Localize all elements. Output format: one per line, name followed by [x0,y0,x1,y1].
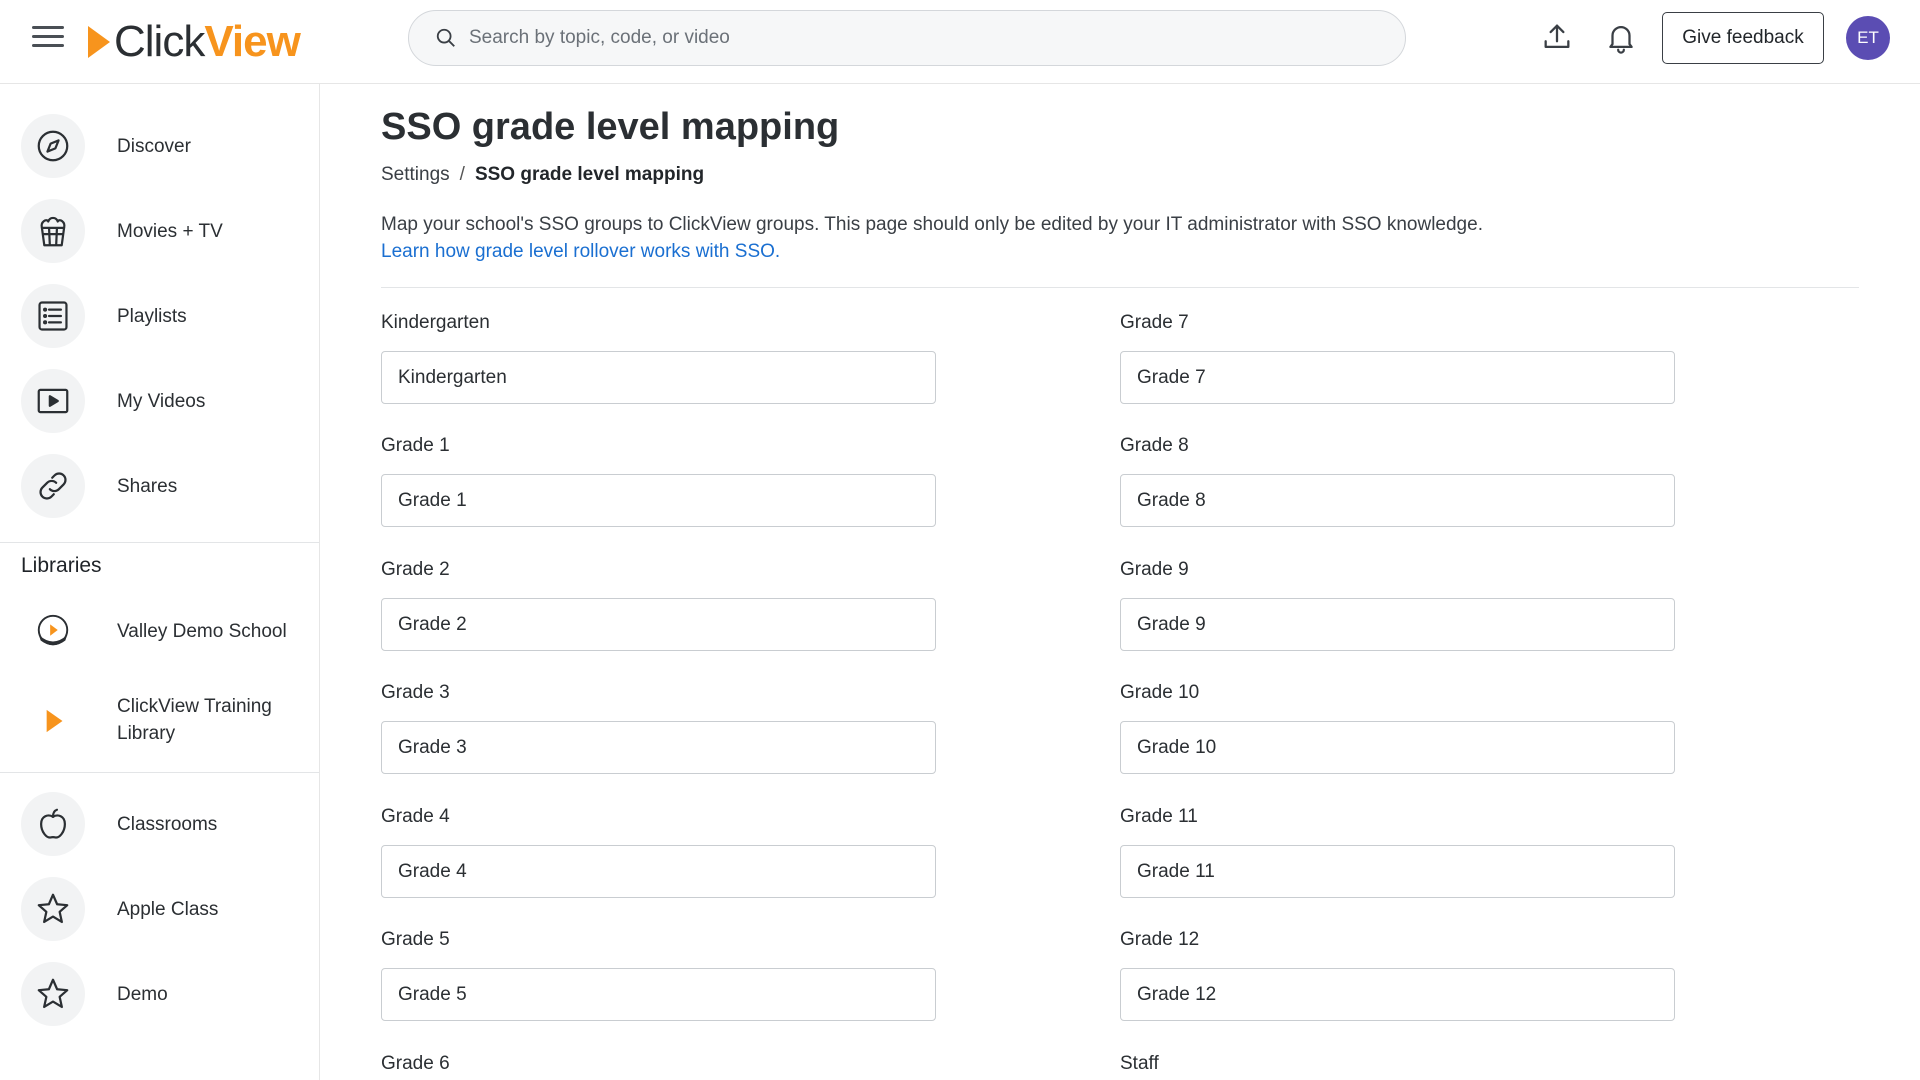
page-title: SSO grade level mapping [381,106,840,148]
field-staff: Staff [1120,1052,1675,1076]
grade-1-input[interactable] [381,474,936,527]
field-label: Grade 8 [1120,435,1189,456]
grade-10-input[interactable] [1120,721,1675,774]
field-label: Grade 1 [381,435,450,456]
field-label: Grade 5 [381,929,450,950]
breadcrumb: Settings / SSO grade level mapping [381,164,704,186]
sidebar-item-discover[interactable]: Discover [0,106,319,186]
libraries-heading: Libraries [21,554,102,577]
sidebar-item-label: Movies + TV [117,220,223,242]
sidebar-item-classrooms[interactable]: Classrooms [0,784,319,864]
field-grade-3: Grade 3 [381,681,936,774]
sidebar-item-playlists[interactable]: Playlists [0,276,319,356]
field-label: Grade 11 [1120,806,1198,827]
grade-7-input[interactable] [1120,351,1675,404]
sidebar-item-label: Discover [117,135,191,157]
field-grade-9: Grade 9 [1120,558,1675,651]
field-kindergarten: Kindergarten [381,311,936,404]
field-grade-6: Grade 6 [381,1052,936,1076]
avatar[interactable]: ET [1846,16,1890,60]
sidebar-divider [0,772,319,773]
sidebar-item-shares[interactable]: Shares [0,446,319,526]
field-grade-11: Grade 11 [1120,805,1675,898]
field-label: Grade 12 [1120,929,1200,950]
school-badge-icon [37,614,69,646]
sidebar-item-clickview-training-library[interactable]: ClickView Training Library [0,676,319,766]
sidebar-item-label: Shares [117,475,178,497]
give-feedback-button[interactable]: Give feedback [1662,12,1824,64]
field-label: Grade 7 [1120,312,1189,333]
search-icon [436,28,455,47]
play-box-icon [37,388,69,414]
sidebar-item-label: My Videos [117,390,206,412]
field-label: Grade 6 [381,1053,450,1074]
field-grade-8: Grade 8 [1120,434,1675,527]
field-grade-1: Grade 1 [381,434,936,527]
sidebar-item-label: Valley Demo School [117,620,287,642]
grade-11-input[interactable] [1120,845,1675,898]
logo-text-view: View [204,17,300,66]
sidebar-item-my-videos[interactable]: My Videos [0,361,319,441]
top-bar: ClickView Give feedback ET [0,0,1920,84]
popcorn-icon [40,216,66,247]
sidebar-item-label: Demo [117,983,168,1005]
field-label: Grade 2 [381,559,450,580]
content-divider [381,287,1859,288]
field-label: Staff [1120,1053,1159,1074]
breadcrumb-current: SSO grade level mapping [474,164,705,185]
logo-play-icon [88,26,110,58]
field-grade-5: Grade 5 [381,928,936,1021]
grade-12-input[interactable] [1120,968,1675,1021]
sidebar-item-apple-class[interactable]: Apple Class [0,869,319,949]
field-grade-12: Grade 12 [1120,928,1675,1021]
sidebar-item-label: Classrooms [117,813,218,835]
field-grade-7: Grade 7 [1120,311,1675,404]
list-icon [38,301,68,331]
grade-9-input[interactable] [1120,598,1675,651]
sidebar-item-label-line1: ClickView Training [117,696,272,717]
grade-5-input[interactable] [381,968,936,1021]
sidebar: Discover Movies + TV Playlists My Videos [0,84,320,1080]
field-label: Grade 4 [381,806,450,827]
bell-icon[interactable] [1604,20,1638,54]
sidebar-item-demo[interactable]: Demo [0,954,319,1034]
sidebar-item-movies-tv[interactable]: Movies + TV [0,191,319,271]
sidebar-item-valley-demo-school[interactable]: Valley Demo School [0,591,319,671]
upload-icon[interactable] [1540,20,1574,54]
field-label: Grade 10 [1120,682,1200,703]
search-input[interactable] [469,27,1369,49]
search-bar[interactable] [408,10,1406,66]
star-icon [37,893,69,924]
grade-3-input[interactable] [381,721,936,774]
field-label: Grade 9 [1120,559,1189,580]
grade-2-input[interactable] [381,598,936,651]
compass-icon [37,130,69,162]
page-description: Map your school's SSO groups to ClickVie… [381,214,1483,235]
grade-4-input[interactable] [381,845,936,898]
menu-icon[interactable] [30,22,66,52]
kindergarten-input[interactable] [381,351,936,404]
link-icon [39,472,67,500]
apple-icon [40,808,66,839]
field-grade-10: Grade 10 [1120,681,1675,774]
sidebar-item-label-line2: Library [117,723,176,744]
field-grade-4: Grade 4 [381,805,936,898]
sidebar-item-label: Apple Class [117,898,219,920]
field-grade-2: Grade 2 [381,558,936,651]
field-label: Grade 3 [381,682,450,703]
sidebar-item-label: Playlists [117,305,187,327]
field-label: Kindergarten [381,312,490,333]
clickview-logo[interactable]: ClickView [88,16,301,68]
grade-8-input[interactable] [1120,474,1675,527]
help-link[interactable]: Learn how grade level rollover works wit… [381,238,780,265]
logo-text-click: Click [114,17,205,66]
breadcrumb-settings-link[interactable]: Settings [381,164,450,185]
breadcrumb-separator: / [459,164,465,185]
sidebar-divider [0,542,319,543]
star-icon [37,978,69,1009]
clickview-play-icon [46,709,63,733]
